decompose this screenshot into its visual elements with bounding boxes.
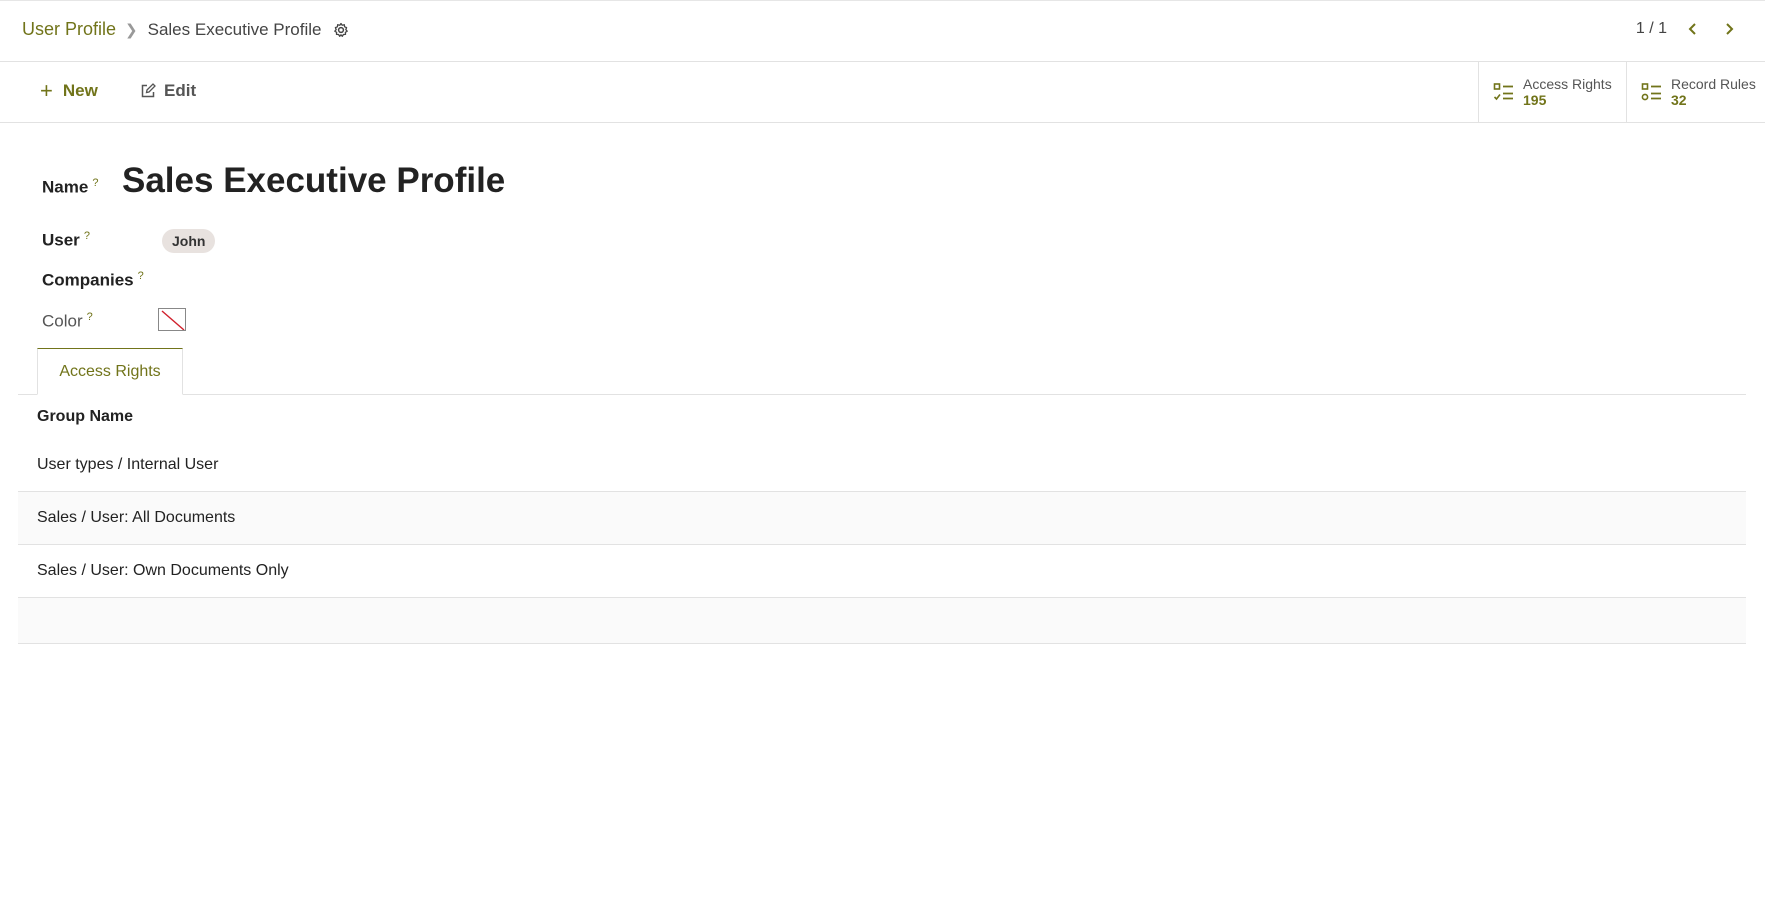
name-label: Name? (42, 177, 98, 198)
user-label-text: User (42, 230, 80, 250)
new-button-label: New (62, 81, 98, 100)
color-label: Color? (42, 311, 93, 332)
help-tooltip-icon[interactable]: ? (92, 177, 98, 189)
companies-label: Companies? (42, 270, 144, 291)
edit-button-label: Edit (164, 81, 197, 100)
action-bar: + New Edit Access Rights 195 Record Rule… (0, 62, 1765, 123)
list-check-icon (1493, 81, 1515, 103)
control-panel-top: User Profile ❯ Sales Executive Profile 1… (0, 0, 1765, 62)
access-rights-stat-label: Access Rights (1523, 76, 1612, 92)
table-cell-group-name: Sales / User: All Documents (37, 509, 236, 526)
new-button[interactable]: + New (40, 78, 98, 103)
breadcrumb-link-user-profile[interactable]: User Profile (22, 19, 116, 40)
list-check-icon (1641, 81, 1663, 103)
table-row[interactable]: User types / Internal User (18, 439, 1746, 492)
pager: 1 / 1 (1636, 19, 1739, 39)
no-color-icon[interactable] (158, 308, 186, 331)
empty-table-row (18, 598, 1746, 644)
table-row[interactable]: Sales / User: Own Documents Only (18, 545, 1746, 598)
record-rules-stat-value: 32 (1671, 92, 1687, 108)
table-row[interactable]: Sales / User: All Documents (18, 492, 1746, 545)
companies-label-text: Companies (42, 270, 134, 290)
chevron-right-icon[interactable] (1719, 19, 1739, 39)
name-label-text: Name (42, 177, 89, 197)
record-rules-stat-label: Record Rules (1671, 76, 1756, 92)
edit-icon (140, 83, 156, 99)
user-label: User? (42, 230, 90, 251)
chevron-left-icon[interactable] (1683, 19, 1703, 39)
help-tooltip-icon[interactable]: ? (84, 230, 90, 242)
plus-icon: + (40, 78, 53, 103)
help-tooltip-icon[interactable]: ? (87, 311, 93, 323)
breadcrumb-current: Sales Executive Profile (147, 19, 322, 39)
pager-value[interactable]: 1 / 1 (1636, 20, 1667, 38)
gear-icon[interactable] (333, 22, 349, 38)
column-header-group-name[interactable]: Group Name (18, 395, 1746, 439)
notebook-tabs: Access Rights (18, 348, 1746, 395)
name-field[interactable]: Sales Executive Profile (122, 161, 505, 201)
user-tag[interactable]: John (162, 229, 216, 253)
table-cell-group-name: User types / Internal User (37, 456, 219, 473)
record-rules-stat-button[interactable]: Record Rules 32 (1626, 62, 1765, 122)
breadcrumb: User Profile ❯ Sales Executive Profile (22, 19, 349, 40)
tab-access-rights[interactable]: Access Rights (37, 348, 183, 395)
group-table: Group Name User types / Internal User Sa… (18, 395, 1746, 644)
access-rights-stat-value: 195 (1523, 92, 1547, 108)
access-rights-stat-button[interactable]: Access Rights 195 (1478, 62, 1626, 122)
edit-button[interactable]: Edit (140, 81, 196, 101)
table-cell-group-name: Sales / User: Own Documents Only (37, 562, 289, 579)
chevron-right-icon: ❯ (125, 21, 138, 39)
help-tooltip-icon[interactable]: ? (138, 270, 144, 282)
color-label-text: Color (42, 311, 83, 331)
